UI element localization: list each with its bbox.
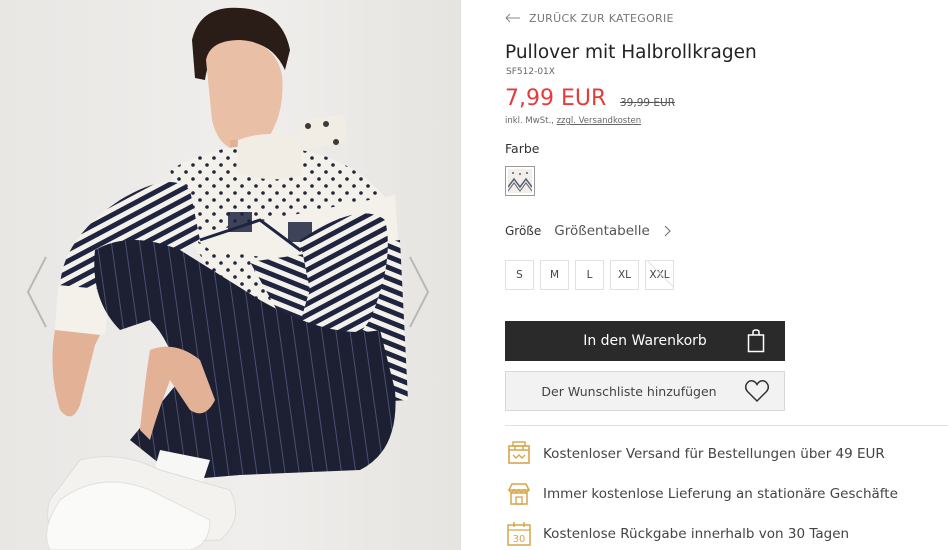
add-to-cart-label: In den Warenkorb [583, 333, 707, 349]
gallery-next-button[interactable] [406, 255, 432, 329]
pattern-swatch-icon [508, 169, 532, 193]
size-label: Größe [505, 224, 542, 238]
chevron-left-icon [26, 256, 47, 328]
product-title: Pullover mit Halbrollkragen [505, 42, 757, 63]
benefits-divider [505, 425, 948, 426]
package-icon [508, 441, 530, 464]
size-options: S M L XL XXL [505, 260, 674, 290]
back-link-label: ZURÜCK ZUR KATEGORIE [529, 11, 674, 25]
product-photo [46, 7, 408, 550]
calendar-number: 30 [513, 534, 526, 545]
add-to-cart-button[interactable]: In den Warenkorb [505, 321, 785, 361]
size-option-s[interactable]: S [505, 260, 534, 290]
benefit-item: Immer kostenlose Lieferung an stationäre… [505, 480, 898, 508]
product-sku: SF512-01X [506, 67, 555, 77]
chevron-right-icon[interactable] [663, 225, 671, 237]
benefit-item: Kostenloser Versand für Bestellungen übe… [505, 440, 885, 468]
color-label: Farbe [505, 141, 540, 156]
product-details-panel: ZURÜCK ZUR KATEGORIE Pullover mit Halbro… [461, 0, 948, 550]
benefit-text: Immer kostenlose Lieferung an stationäre… [543, 486, 898, 502]
benefit-text: Kostenlose Rückgabe innerhalb von 30 Tag… [543, 526, 850, 542]
color-swatch[interactable] [505, 166, 535, 196]
product-image-gallery [0, 0, 460, 550]
gallery-prev-button[interactable] [24, 255, 50, 329]
benefit-item: 30 Kostenlose Rückgabe innerhalb von 30 … [505, 520, 849, 548]
calendar-30-icon: 30 [507, 522, 531, 546]
size-header: Größe Größentabelle [505, 222, 671, 240]
shipping-costs-link[interactable]: zzgl. Versandkosten [557, 116, 642, 126]
back-to-category-link[interactable]: ZURÜCK ZUR KATEGORIE [505, 10, 674, 26]
size-chart-link[interactable]: Größentabelle [554, 223, 650, 239]
tax-note-text: inkl. MwSt., [505, 116, 554, 126]
size-option-l[interactable]: L [575, 260, 604, 290]
shopping-bag-icon [747, 329, 765, 353]
add-to-wishlist-label: Der Wunschliste hinzufügen [541, 383, 717, 399]
size-option-m[interactable]: M [540, 260, 569, 290]
benefit-text: Kostenloser Versand für Bestellungen übe… [543, 446, 885, 462]
store-icon [507, 483, 531, 505]
arrow-left-icon [505, 13, 520, 23]
sale-price: 7,99 EUR [505, 86, 607, 111]
add-to-wishlist-button[interactable]: Der Wunschliste hinzufügen [505, 371, 785, 411]
heart-icon [744, 380, 770, 403]
size-option-xxl[interactable]: XXL [645, 260, 674, 290]
chevron-right-icon [409, 256, 430, 328]
original-price: 39,99 EUR [620, 97, 676, 109]
tax-note: inkl. MwSt., zzgl. Versandkosten [505, 116, 641, 126]
size-option-xl[interactable]: XL [610, 260, 639, 290]
